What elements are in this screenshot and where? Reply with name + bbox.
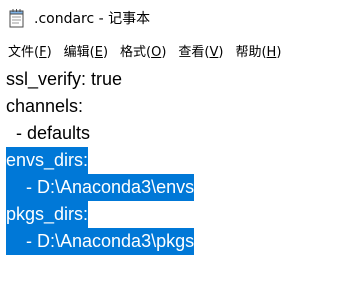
menu-format-tail: ) bbox=[161, 44, 167, 60]
selected-text-line[interactable]: envs_dirs: bbox=[6, 147, 342, 174]
selected-line-text: - D:\Anaconda3\envs bbox=[6, 174, 195, 201]
text-line[interactable]: channels: bbox=[6, 93, 342, 120]
selected-text-line[interactable]: pkgs_dirs: bbox=[6, 201, 342, 228]
selected-text-line[interactable]: - D:\Anaconda3\pkgs bbox=[6, 228, 342, 255]
menu-file-label: 文件( bbox=[8, 44, 40, 60]
menu-edit-accel: E bbox=[94, 44, 103, 60]
notepad-icon bbox=[8, 8, 26, 28]
menu-edit-label: 编辑( bbox=[63, 44, 95, 60]
selected-text-line[interactable]: - D:\Anaconda3\envs bbox=[6, 174, 342, 201]
menu-edit[interactable]: 编辑(E) bbox=[58, 38, 114, 63]
title-bar[interactable]: .condarc - 记事本 bbox=[0, 0, 342, 36]
text-line[interactable]: ssl_verify: true bbox=[6, 66, 342, 93]
text-line[interactable]: - defaults bbox=[6, 120, 342, 147]
menu-help-accel: H bbox=[266, 44, 277, 60]
menu-format[interactable]: 格式(O) bbox=[114, 38, 172, 63]
menu-view-tail: ) bbox=[218, 44, 224, 60]
line-text: channels: bbox=[6, 96, 84, 116]
selected-line-text: pkgs_dirs: bbox=[6, 201, 89, 228]
menu-format-accel: O bbox=[151, 44, 162, 60]
menu-file-accel: F bbox=[39, 44, 47, 60]
menu-view-label: 查看( bbox=[178, 44, 210, 60]
menu-view[interactable]: 查看(V) bbox=[172, 38, 229, 63]
menu-help-tail: ) bbox=[276, 44, 282, 60]
line-text: ssl_verify: true bbox=[6, 69, 123, 89]
menu-format-label: 格式( bbox=[120, 44, 152, 60]
menu-file-tail: ) bbox=[46, 44, 52, 60]
window-title: .condarc - 记事本 bbox=[34, 11, 151, 27]
notepad-window: .condarc - 记事本 文件(F) 编辑(E) 格式(O) 查看(V) 帮… bbox=[0, 0, 342, 298]
selected-line-text: - D:\Anaconda3\pkgs bbox=[6, 228, 195, 255]
text-editor-area[interactable]: ssl_verify: true channels: - defaults en… bbox=[0, 64, 342, 298]
menu-help[interactable]: 帮助(H) bbox=[229, 38, 287, 63]
menu-bar: 文件(F) 编辑(E) 格式(O) 查看(V) 帮助(H) bbox=[0, 36, 342, 64]
menu-edit-tail: ) bbox=[102, 44, 109, 60]
menu-file[interactable]: 文件(F) bbox=[2, 38, 58, 63]
menu-help-label: 帮助( bbox=[235, 44, 267, 60]
selected-line-text: envs_dirs: bbox=[6, 147, 89, 174]
line-text: - defaults bbox=[6, 123, 91, 143]
